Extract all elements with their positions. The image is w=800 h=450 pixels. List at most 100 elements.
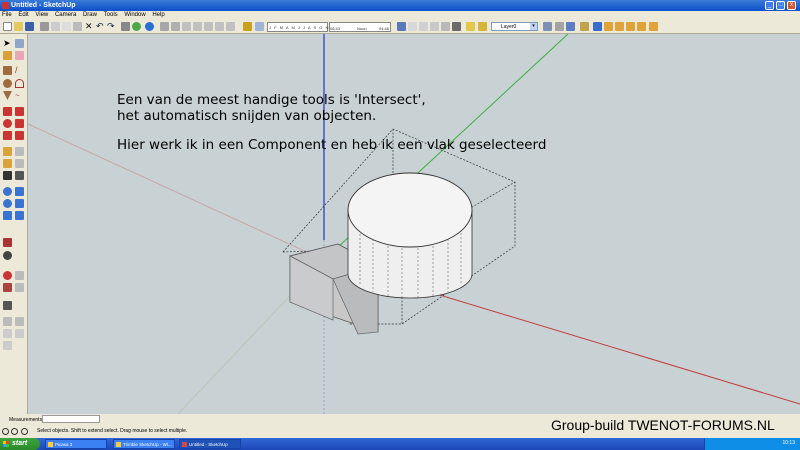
smoove-icon[interactable] [3, 341, 12, 350]
hidden-line-icon[interactable] [419, 22, 428, 31]
zoom-extents-icon[interactable] [3, 211, 12, 220]
viewport-canvas[interactable] [28, 34, 800, 414]
axes-icon[interactable] [3, 171, 12, 180]
protractor-icon[interactable] [3, 159, 12, 168]
right-view-icon[interactable] [204, 22, 213, 31]
cylinder-solid[interactable] [347, 172, 473, 299]
walk-icon[interactable] [3, 283, 12, 292]
back-view-icon[interactable] [215, 22, 224, 31]
maximize-button[interactable]: □ [776, 1, 785, 10]
layer-select[interactable]: Layer0 ▾ [491, 22, 538, 31]
offset-icon[interactable] [15, 131, 24, 140]
shadow-toggle-icon[interactable] [243, 22, 252, 31]
task-trimble-sketchup[interactable]: Trimble SketchUp - Wi... [113, 439, 175, 449]
rectangle-icon[interactable] [3, 66, 12, 75]
task-sketchup-active[interactable]: Untitled - SketchUp [179, 439, 241, 449]
home-view-icon[interactable] [182, 22, 191, 31]
modeling-viewport[interactable]: Een van de meest handige tools is 'Inter… [28, 34, 800, 414]
component-browser-icon[interactable] [543, 22, 552, 31]
orbit-icon[interactable] [3, 187, 12, 196]
push-pull-icon[interactable] [15, 107, 24, 116]
dimension-icon[interactable] [15, 147, 24, 156]
menu-edit[interactable]: Edit [18, 11, 28, 20]
section-plane-icon[interactable] [3, 271, 12, 280]
add-detail-icon[interactable] [3, 329, 12, 338]
delete-x-icon[interactable]: ✕ [85, 22, 94, 31]
menu-view[interactable]: View [35, 11, 48, 20]
rotate-icon[interactable] [3, 119, 12, 128]
monochrome-icon[interactable] [452, 22, 461, 31]
look-around-icon[interactable] [3, 251, 12, 260]
move-icon[interactable] [3, 107, 12, 116]
open-icon[interactable] [14, 22, 23, 31]
flip-edge-icon[interactable] [15, 329, 24, 338]
style-builder-icon[interactable] [649, 22, 658, 31]
xray-icon[interactable] [397, 22, 406, 31]
paste-icon[interactable] [62, 22, 71, 31]
start-button[interactable]: start [0, 438, 40, 450]
get-models-icon[interactable] [145, 22, 154, 31]
get-photo-texture-icon[interactable] [593, 22, 602, 31]
material-icon[interactable] [555, 22, 564, 31]
line-icon[interactable]: / [15, 66, 24, 75]
shaded-icon[interactable] [430, 22, 439, 31]
extension-manager-icon[interactable] [626, 22, 635, 31]
scale-icon[interactable] [3, 131, 12, 140]
sandbox-icon[interactable] [3, 301, 12, 310]
cylinder-top-face[interactable] [347, 172, 473, 248]
layer-icon[interactable] [466, 22, 475, 31]
new-icon[interactable] [3, 22, 12, 31]
help-icon[interactable] [21, 428, 28, 435]
google-earth-icon[interactable] [604, 22, 613, 31]
layer-manager-icon[interactable] [478, 22, 487, 31]
3d-text-icon[interactable] [15, 171, 24, 180]
iso-view-icon[interactable] [160, 22, 169, 31]
redo-icon[interactable]: ↷ [107, 22, 116, 31]
section-cut-icon[interactable] [15, 283, 24, 292]
model-info-icon[interactable] [132, 22, 141, 31]
stamp-icon[interactable] [3, 317, 12, 326]
undo-icon[interactable]: ↶ [96, 22, 105, 31]
text-icon[interactable] [15, 159, 24, 168]
follow-me-icon[interactable] [15, 119, 24, 128]
paint-bucket-icon[interactable] [3, 51, 12, 60]
minimize-button[interactable]: _ [765, 1, 774, 10]
circle-icon[interactable] [3, 79, 12, 88]
pan-icon[interactable] [15, 187, 24, 196]
wireframe-icon[interactable] [408, 22, 417, 31]
polygon-icon[interactable] [3, 91, 12, 100]
section-display-icon[interactable] [15, 271, 24, 280]
cut-icon[interactable] [40, 22, 49, 31]
left-view-icon[interactable] [226, 22, 235, 31]
warehouse-icon[interactable] [566, 22, 575, 31]
zoom-icon[interactable] [3, 199, 12, 208]
menu-tools[interactable]: Tools [104, 11, 118, 20]
position-camera-icon[interactable] [3, 238, 12, 247]
fog-icon[interactable] [255, 22, 264, 31]
front-view-icon[interactable] [193, 22, 202, 31]
tape-measure-icon[interactable] [3, 147, 12, 156]
menu-window[interactable]: Window [124, 11, 145, 20]
erase-icon[interactable] [73, 22, 82, 31]
extension-warehouse-icon[interactable] [615, 22, 624, 31]
component-icon[interactable] [15, 39, 24, 48]
credits-icon[interactable] [11, 428, 18, 435]
share-model-icon[interactable] [580, 22, 589, 31]
eraser-icon[interactable] [15, 51, 24, 60]
freehand-icon[interactable]: ~ [15, 91, 24, 100]
layout-icon[interactable] [637, 22, 646, 31]
previous-view-icon[interactable] [15, 211, 24, 220]
save-icon[interactable] [25, 22, 34, 31]
zoom-window-icon[interactable] [15, 199, 24, 208]
top-view-icon[interactable] [171, 22, 180, 31]
task-picasa[interactable]: Picasa 3 [45, 439, 107, 449]
arc-icon[interactable] [15, 79, 24, 88]
select-icon[interactable]: ➤ [3, 39, 12, 48]
menu-file[interactable]: File [2, 11, 12, 20]
copy-icon[interactable] [51, 22, 60, 31]
menu-camera[interactable]: Camera [55, 11, 76, 20]
drape-icon[interactable] [15, 317, 24, 326]
print-icon[interactable] [121, 22, 130, 31]
shaded-texture-icon[interactable] [441, 22, 450, 31]
close-button[interactable]: x [787, 1, 796, 10]
